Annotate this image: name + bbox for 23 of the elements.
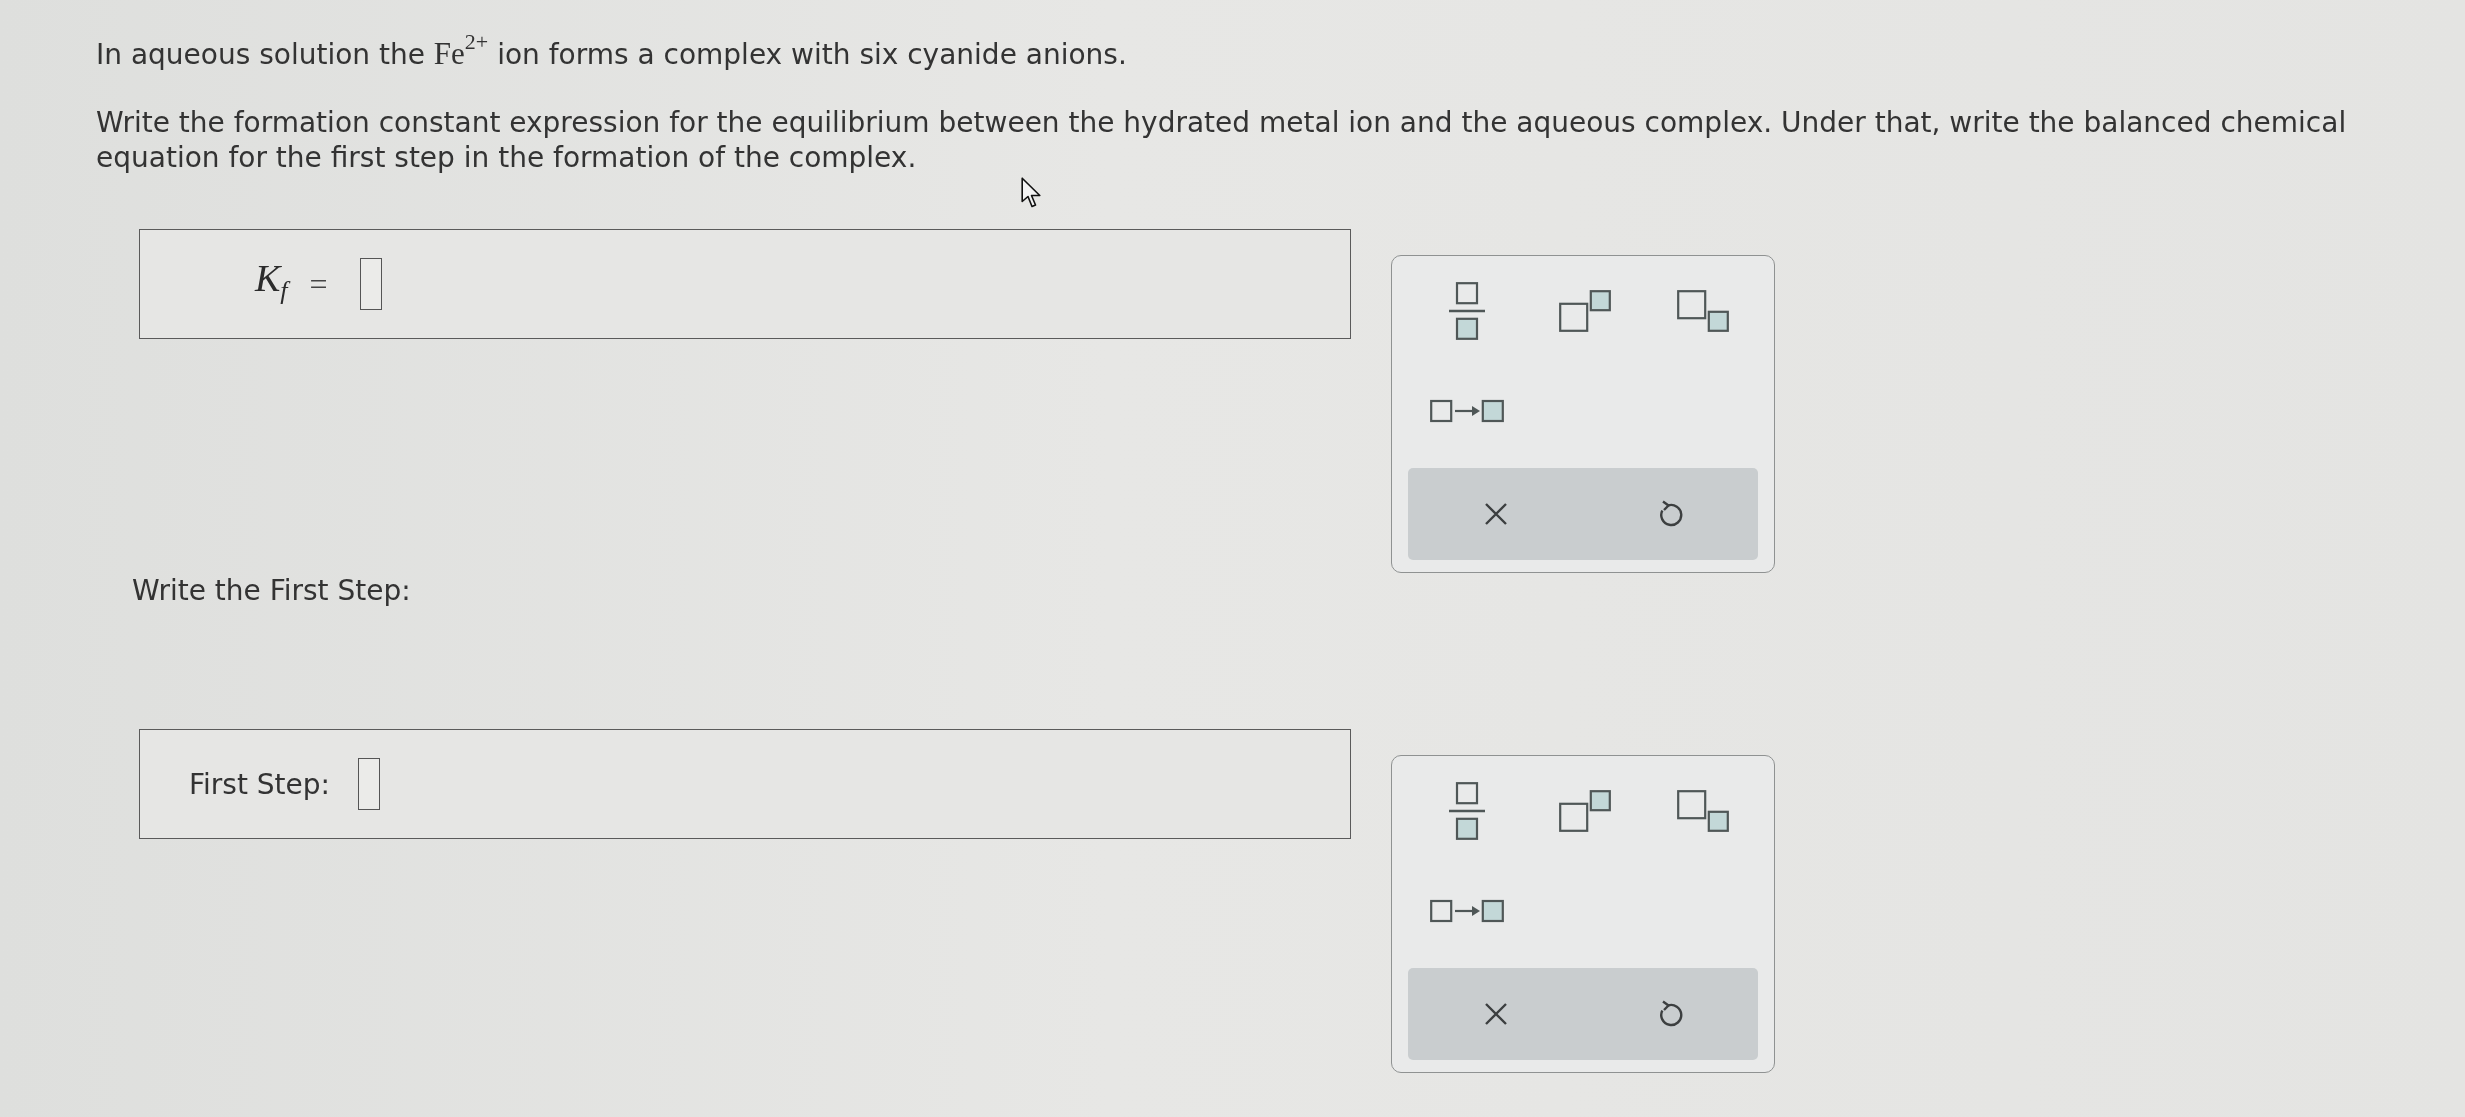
- fraction-icon: [1449, 782, 1485, 840]
- prompt-text: Write the First Step:: [132, 573, 411, 608]
- superscript-icon: [1559, 790, 1611, 832]
- answer-box[interactable]: First Step:: [139, 729, 1351, 839]
- instructions-text: Write the formation constant expression for the equilibrium between the hydrated metal ion and the aqueous complex. Under that, write the balanced chemical equation for the first step in the formation of the complex.: [96, 106, 2347, 174]
- field-label: First Step:: [189, 766, 330, 802]
- answer-box[interactable]: K$_{f}$ =: [139, 229, 1351, 339]
- superscript-icon: [1559, 290, 1611, 332]
- equals-sign: =: [309, 265, 328, 304]
- answer-slot[interactable]: [358, 758, 380, 810]
- field-label: K$_{f}$: [252, 254, 292, 314]
- subscript-icon: [1677, 790, 1729, 832]
- mouse-pointer-icon: [1021, 177, 1042, 208]
- question-text: In aqueous solution the Fe$^{2+}$ ion forms a complex with six cyanide anions.: [96, 36, 1127, 72]
- close-icon: [1483, 1002, 1508, 1026]
- fraction-icon: [1449, 282, 1485, 340]
- close-icon: [1483, 502, 1508, 526]
- reaction-arrow-icon: [1430, 899, 1504, 923]
- subscript-icon: [1677, 290, 1729, 332]
- undo-icon: [1657, 500, 1684, 528]
- reaction-arrow-icon: [1430, 399, 1504, 423]
- undo-icon: [1657, 1000, 1684, 1028]
- answer-slot[interactable]: [359, 258, 382, 310]
